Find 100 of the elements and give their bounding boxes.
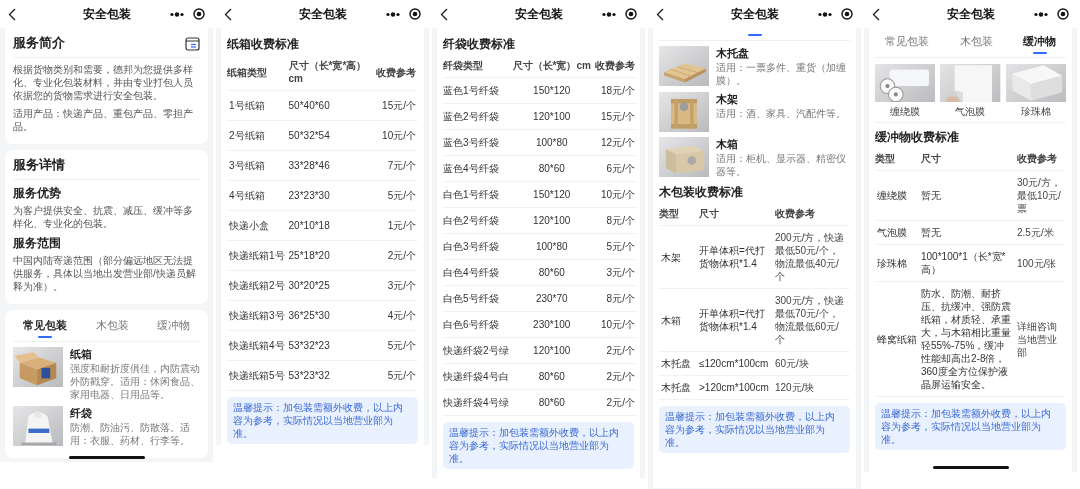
column-header: 纸箱类型 [227,55,287,91]
table-cell: 5元/个 [374,360,418,391]
body-text: 根据货物类别和需要，德邦为您提供多样化、专业化包装材料，并由专业打包人员依据您的货物需求进行安全包装。 [13,63,194,102]
tab[interactable]: 缓冲物 [1017,30,1062,57]
table-cell: 10元/个 [592,311,637,338]
tab[interactable]: 木包装 [953,30,999,57]
table-cell: 暂无 [919,170,1015,221]
more-icon[interactable] [170,11,184,17]
table-cell: 蓝色2号纤袋 [443,103,511,130]
body-text: 中国内陆寄递范围（部分偏远地区无法提供服务，具体以当地出发营业部/快递员解释为准）。 [13,254,197,293]
column-header: 收费参考 [1015,148,1066,171]
product-name: 木箱 [716,137,739,151]
target-icon[interactable] [409,8,421,20]
tab[interactable]: 常见包装 [17,314,73,341]
section-title: 服务详情 [13,156,65,174]
table-cell: 5元/个 [374,330,418,361]
material-label: 气泡膜 [955,105,986,118]
table-cell: 气泡膜 [875,220,919,245]
product-name: 木托盘 [716,46,750,60]
column-header: 尺寸（长*宽）cm [510,55,593,78]
product-name: 纤袋 [70,406,93,420]
table-cell: ≤120cm*100cm [697,351,773,376]
document-icon[interactable] [185,35,200,51]
more-icon[interactable] [1034,11,1048,17]
table-cell: 80*60 [510,363,593,390]
table-cell: 珍珠棉 [875,244,919,282]
material-label: 缠绕膜 [890,105,921,118]
table-cell: 快递纸箱5号 [227,360,287,391]
tab[interactable]: 缓冲物 [151,314,196,341]
table-cell: 100*100*1（长*宽*高） [919,244,1015,282]
body-text: 适用产品：快递产品、重包产品、零担产品。 [13,107,194,133]
table-cell: 2元/个 [592,363,637,390]
notice-banner: 温馨提示：加包装需额外收费，以上内容为参考，实际情况以当地营业部为准。 [875,403,1066,450]
table-cell: 10元/个 [592,181,637,208]
table-cell: 快递纸箱1号 [227,240,287,271]
table-cell: 200元/方，快递最低50元/个，物流最低40元/个 [773,225,850,289]
more-icon[interactable] [386,11,400,17]
table-cell: 15元/个 [374,90,418,121]
product-description: 防潮、防油污、防散落。适用：衣服、药材、行李等。 [70,421,191,447]
table-cell: 23*23*30 [286,180,374,211]
table-cell: >120cm*100cm [697,375,773,400]
table-cell: 白色1号纤袋 [443,181,511,208]
target-icon[interactable] [1057,8,1069,20]
table-cell: 300元/方，快递最低70元/个，物流最低60元/个 [773,288,850,352]
tab[interactable]: 常见包装 [879,30,935,57]
table-cell: 蜂窝纸箱 [875,281,919,397]
table-cell: 5元/个 [374,180,418,211]
table-cell: 36*25*30 [286,300,374,331]
column-header: 类型 [659,203,697,226]
more-icon[interactable] [602,11,616,17]
target-icon[interactable] [193,8,205,20]
table-cell: 开单体积=代打货物体积*1.4 [697,288,773,352]
back-icon[interactable] [872,7,880,21]
table-cell: 120元/块 [773,375,850,400]
table-cell: 快递小盒 [227,210,287,241]
screen-title: 安全包装 [298,5,347,23]
table-cell: 4元/个 [374,300,418,331]
table-cell: 6元/个 [592,155,637,182]
table-cell: 25*18*20 [286,240,374,271]
target-icon[interactable] [841,8,853,20]
subsection-title: 服务优势 [13,185,62,202]
column-header: 收费参考 [592,55,637,78]
table-cell: 53*32*23 [286,330,374,361]
table-cell: 80*60 [510,259,593,286]
product-name: 纸箱 [70,347,93,361]
table-cell: 白色3号纤袋 [443,233,511,260]
notice-banner: 温馨提示：加包装需额外收费，以上内容为参考，实际情况以当地营业部为准。 [659,406,850,453]
table-cell: 木托盘 [659,375,697,400]
table-cell: 白色2号纤袋 [443,207,511,234]
table-cell: 4号纸箱 [227,180,287,211]
table-cell: 1元/个 [374,210,418,241]
table-cell: 2元/个 [374,240,418,271]
back-icon[interactable] [224,7,232,21]
tab[interactable]: 木包装 [89,314,135,341]
table-cell: 木托盘 [659,351,697,376]
product-description: 适用：酒、家具、汽配件等。 [716,107,846,120]
notice-banner: 温馨提示：加包装需额外收费，以上内容为参考，实际情况以当地营业部为准。 [227,397,418,444]
table-cell: 木箱 [659,288,697,352]
table-cell: 120*100 [510,337,593,364]
table-cell: 150*120 [510,77,593,104]
table-cell: 18元/个 [592,77,637,104]
product-description: 强度和耐折度俱佳，内防震动外防戳穿。适用：休闲食品、家用电器、日用品等。 [70,362,200,401]
column-header: 尺寸（长*宽*高）cm [286,55,374,91]
back-icon[interactable] [656,7,664,21]
section-title: 缓冲物收费标准 [875,129,960,146]
back-icon[interactable] [8,7,16,21]
table-cell: 10元/个 [374,120,418,151]
back-icon[interactable] [440,7,448,21]
more-icon[interactable] [818,11,832,17]
table-cell: 120*100 [510,103,593,130]
table-cell: 80*60 [510,155,593,182]
table-cell: 蓝色3号纤袋 [443,129,511,156]
table-cell: 3元/个 [592,259,637,286]
section-title: 服务简介 [13,34,65,52]
table-cell: 快递纸箱2号 [227,270,287,301]
body-text: 为客户提供安全、抗震、减压、缓冲等多样化、专业化的包装。 [13,204,194,230]
table-cell: 3号纸箱 [227,150,287,181]
table-cell: 2元/个 [592,389,637,416]
target-icon[interactable] [625,8,637,20]
table-cell: 50*32*54 [286,120,374,151]
